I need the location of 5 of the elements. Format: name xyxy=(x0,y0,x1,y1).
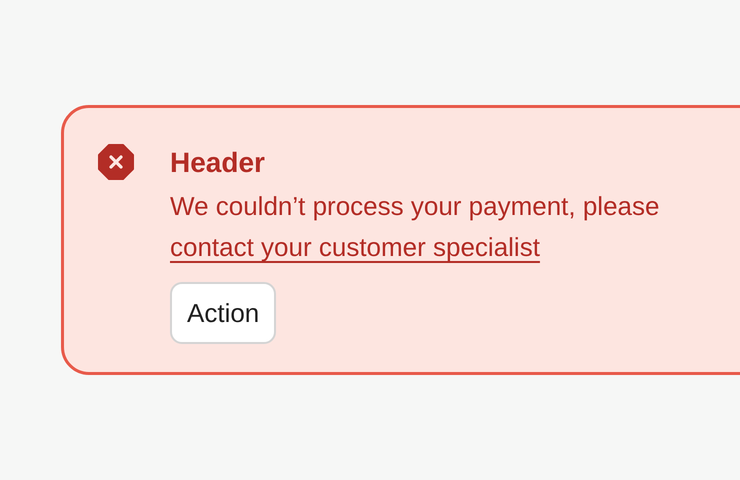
customer-specialist-link[interactable]: contact your customer specialist xyxy=(170,232,540,262)
error-icon xyxy=(98,144,134,180)
banner-message: We couldn’t process your payment, please contact your customer specialist xyxy=(170,190,660,264)
banner-header: Header xyxy=(170,146,265,180)
action-button[interactable]: Action xyxy=(170,282,276,344)
